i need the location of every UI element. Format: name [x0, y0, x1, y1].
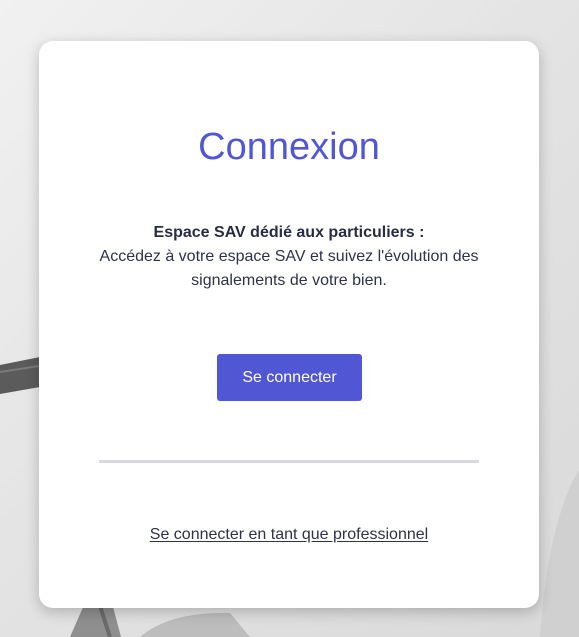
login-card: Connexion Espace SAV dédié aux particuli… [39, 41, 539, 608]
page-title: Connexion [198, 126, 380, 168]
intro-description: Accédez à votre espace SAV et suivez l'é… [99, 248, 479, 289]
divider [99, 460, 479, 463]
intro-text-block: Espace SAV dédié aux particuliers : Accé… [79, 221, 499, 293]
intro-heading: Espace SAV dédié aux particuliers : [153, 224, 425, 241]
connect-button[interactable]: Se connecter [217, 354, 362, 401]
professional-login-link[interactable]: Se connecter en tant que professionnel [39, 526, 539, 544]
